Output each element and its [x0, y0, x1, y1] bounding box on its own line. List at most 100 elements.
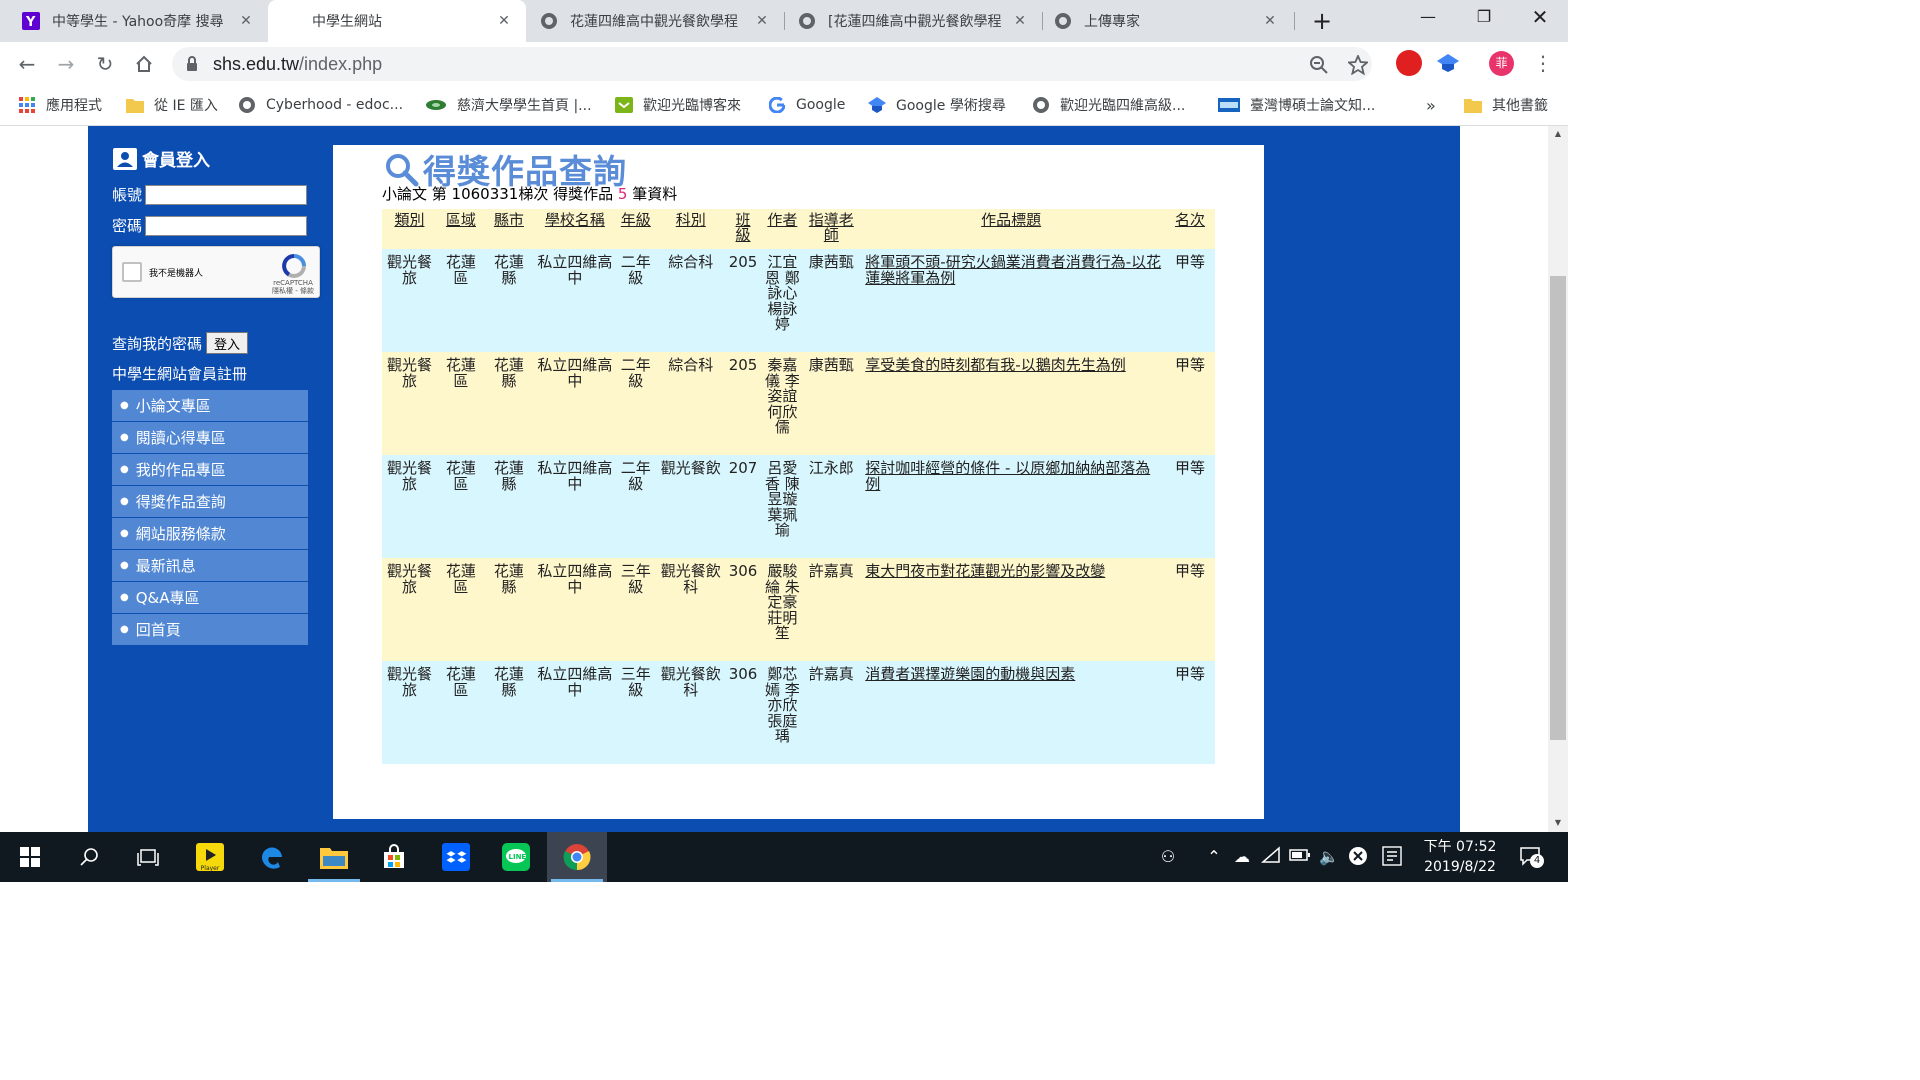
col-header-school[interactable]: 學校名稱 — [532, 209, 617, 249]
taskbar-line[interactable]: LINE — [486, 832, 546, 882]
col-header-region[interactable]: 區域 — [436, 209, 485, 249]
back-button[interactable]: ← — [12, 50, 42, 78]
chevron-up-icon[interactable]: ⌃ — [1203, 846, 1225, 868]
tab-yahoo[interactable]: Y 中等學生 - Yahoo奇摩 搜尋 ✕ — [0, 0, 268, 42]
bookmark-ie-import[interactable]: 從 IE 匯入 — [126, 94, 218, 116]
home-button[interactable] — [129, 50, 159, 78]
scroll-up-arrow-icon[interactable]: ▲ — [1548, 129, 1568, 138]
start-button[interactable] — [0, 832, 60, 882]
work-title-link[interactable]: 東大門夜市對花蓮觀光的影響及改變 — [865, 562, 1105, 580]
taskbar-dropbox[interactable] — [426, 832, 486, 882]
taskbar-player[interactable]: Player — [180, 832, 240, 882]
scroll-down-arrow-icon[interactable]: ▼ — [1548, 818, 1568, 827]
sidebar-item-reading[interactable]: ● 閱讀心得專區 — [112, 422, 308, 453]
bookmarks-more-button[interactable]: » — [1426, 94, 1436, 116]
forward-button[interactable]: → — [51, 50, 81, 78]
sidebar-item-label: 回首頁 — [135, 621, 181, 639]
recaptcha-widget: 我不是機器人 reCAPTCHA 隱私權 - 條款 — [112, 246, 320, 298]
col-header-category[interactable]: 類別 — [382, 209, 437, 249]
close-icon[interactable]: ✕ — [496, 13, 512, 29]
bookmark-ndltd[interactable]: 臺灣博碩士論文知... — [1218, 94, 1375, 116]
sidebar-item-my-works[interactable]: ● 我的作品專區 — [112, 454, 308, 485]
taskbar-clock[interactable]: 下午 07:52 2019/8/22 — [1418, 837, 1502, 877]
work-title-link[interactable]: 消費者選擇遊樂園的動機與因素 — [865, 665, 1075, 683]
password-input[interactable] — [145, 215, 308, 236]
minimize-button[interactable]: — — [1400, 0, 1456, 36]
col-header-author[interactable]: 作者 — [759, 209, 806, 249]
page-scrollbar[interactable]: ▲ ▼ — [1548, 126, 1568, 832]
taskbar-chrome[interactable] — [547, 832, 607, 882]
reload-button[interactable]: ↻ — [90, 50, 120, 78]
zoom-icon[interactable] — [1309, 55, 1329, 75]
close-icon[interactable]: ✕ — [1012, 13, 1028, 29]
notification-icon[interactable]: 4 — [1516, 846, 1546, 868]
close-circle-icon[interactable] — [1347, 846, 1369, 868]
cell-title: 東大門夜市對花蓮觀光的影響及改變 — [857, 558, 1165, 661]
work-title-link[interactable]: 探討咖啡經營的條件 - 以原鄉加納納部落為例 — [865, 459, 1150, 493]
tab-sw-2[interactable]: [花蓮四維高中觀光餐飲學程 ✕ — [784, 0, 1042, 42]
col-header-county[interactable]: 縣市 — [484, 209, 533, 249]
trendmicro-extension-icon[interactable] — [1396, 50, 1422, 76]
bookmark-scholar[interactable]: Google 學術搜尋 — [868, 94, 1006, 116]
task-view-button[interactable] — [118, 832, 178, 882]
col-header-dept[interactable]: 科別 — [654, 209, 727, 249]
bookmark-cyberhood[interactable]: Cyberhood - edoc... — [238, 94, 403, 116]
work-title-link[interactable]: 將軍頭不頭-研究火鍋業消費者消費行為-以花蓮樂將軍為例 — [865, 253, 1161, 287]
taskbar-store[interactable] — [364, 832, 424, 882]
col-header-class[interactable]: 班級 — [726, 209, 760, 249]
close-icon[interactable]: ✕ — [238, 13, 254, 29]
close-icon[interactable]: ✕ — [754, 13, 770, 29]
sidebar-item-news[interactable]: ● 最新訊息 — [112, 550, 308, 581]
sidebar-item-awards[interactable]: ● 得獎作品查詢 — [112, 486, 308, 517]
new-tab-button[interactable]: + — [1306, 6, 1338, 36]
scholar-extension-icon[interactable] — [1435, 50, 1461, 76]
browser-menu-button[interactable]: ⋮ — [1533, 50, 1553, 76]
edge-icon — [261, 847, 282, 869]
account-input[interactable] — [145, 184, 308, 205]
folder-icon — [1464, 96, 1482, 114]
restore-button[interactable]: ❐ — [1456, 0, 1512, 36]
bookmark-label: Google — [796, 97, 846, 113]
work-title-link[interactable]: 享受美食的時刻都有我-以鵝肉先生為例 — [865, 356, 1125, 374]
col-header-rank[interactable]: 名次 — [1164, 209, 1215, 249]
col-header-title[interactable]: 作品標題 — [857, 209, 1165, 249]
sidebar-item-terms[interactable]: ● 網站服務條款 — [112, 518, 308, 549]
col-header-grade[interactable]: 年級 — [616, 209, 655, 249]
cell-grade: 三年級 — [616, 661, 655, 764]
other-bookmarks[interactable]: 其他書籤 — [1464, 94, 1548, 116]
bookmark-tzuchi[interactable]: 慈濟大學學生首頁 |... — [425, 94, 592, 116]
bookmark-apps[interactable]: 應用程式 — [18, 94, 102, 116]
ime-icon[interactable] — [1381, 846, 1403, 868]
sidebar-item-home[interactable]: ● 回首頁 — [112, 614, 308, 645]
login-button[interactable]: 登入 — [206, 332, 249, 354]
taskbar-explorer[interactable] — [304, 832, 364, 882]
bookmark-label: 其他書籤 — [1492, 98, 1548, 114]
people-icon[interactable]: ⚇ — [1157, 846, 1179, 868]
cell-school: 私立四維高中 — [532, 558, 617, 661]
tab-sw-1[interactable]: 花蓮四維高中觀光餐飲學程 ✕ — [526, 0, 784, 42]
bookmark-label: Google 學術搜尋 — [896, 98, 1006, 114]
close-window-button[interactable]: ✕ — [1512, 0, 1568, 36]
wifi-icon[interactable] — [1260, 846, 1282, 868]
tab-shs[interactable]: 中學生網站 ✕ — [268, 0, 526, 42]
tab-upload[interactable]: 上傳專家 ✕ — [1042, 0, 1292, 42]
star-icon[interactable] — [1346, 53, 1370, 76]
register-link[interactable]: 中學生網站會員註冊 — [112, 363, 247, 384]
address-bar[interactable]: shs.edu.tw/index.php — [172, 47, 1372, 81]
bookmark-sw[interactable]: 歡迎光臨四維高級... — [1032, 94, 1185, 116]
col-header-advisor[interactable]: 指導老師 — [805, 209, 858, 249]
onedrive-icon[interactable]: ☁ — [1231, 846, 1253, 868]
profile-avatar[interactable]: 菲 — [1489, 51, 1514, 76]
close-icon[interactable]: ✕ — [1262, 13, 1278, 29]
recaptcha-checkbox[interactable] — [122, 262, 142, 282]
taskbar-edge[interactable] — [242, 832, 302, 882]
bookmark-books[interactable]: 歡迎光臨博客來 — [615, 94, 741, 116]
battery-icon[interactable] — [1289, 846, 1311, 868]
scrollbar-thumb[interactable] — [1550, 276, 1566, 740]
taskbar-search-button[interactable] — [60, 832, 120, 882]
sidebar-item-qa[interactable]: ● Q&A專區 — [112, 582, 308, 613]
bookmark-google[interactable]: Google — [768, 94, 845, 116]
recaptcha-terms[interactable]: 隱私權 - 條款 — [272, 287, 314, 295]
sidebar-item-essays[interactable]: ● 小論文專區 — [112, 390, 308, 421]
volume-icon[interactable]: 🔈 — [1318, 846, 1340, 868]
